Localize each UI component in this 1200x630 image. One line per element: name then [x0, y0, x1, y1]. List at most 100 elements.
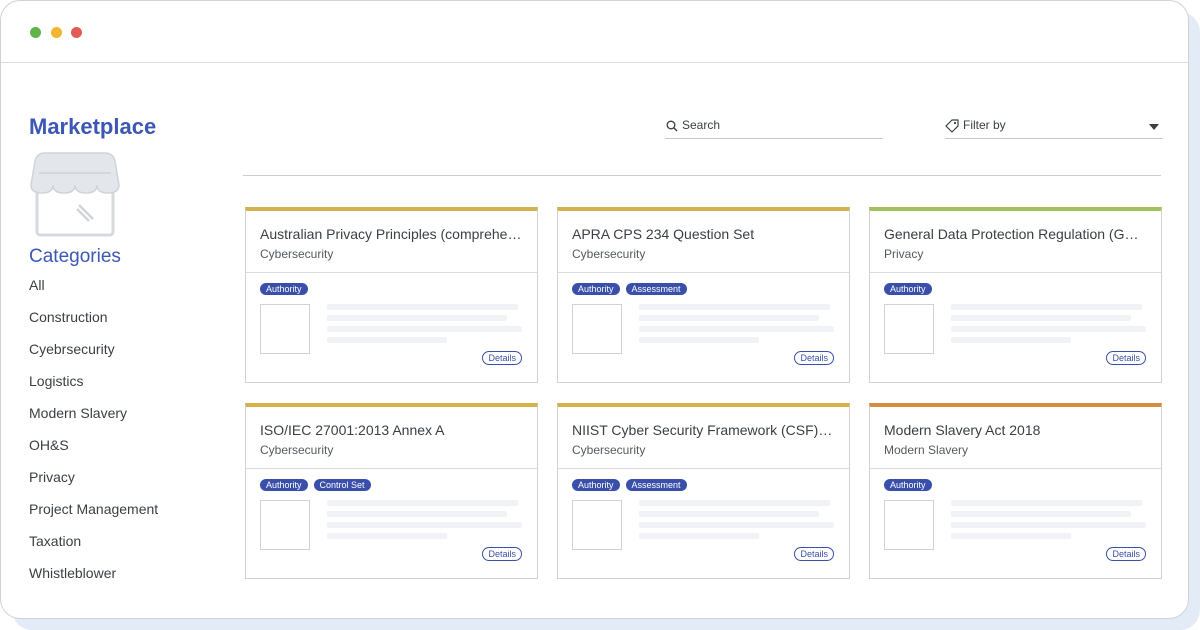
tag-icon	[945, 119, 959, 133]
tag-list: Authority Control Set	[260, 479, 371, 491]
category-item-cybersecurity[interactable]: Cyebrsecurity	[29, 340, 158, 372]
placeholder-line	[639, 326, 834, 332]
categories-heading: Categories	[29, 246, 121, 267]
placeholder-line	[951, 304, 1142, 310]
card-category: Privacy	[884, 247, 924, 261]
placeholder-line	[327, 326, 522, 332]
placeholder-line	[951, 511, 1131, 517]
details-button[interactable]: Details	[794, 351, 834, 365]
placeholder-line	[327, 500, 518, 506]
search-input[interactable]: Search	[665, 115, 883, 139]
tag-list: Authority Assessment	[572, 283, 687, 295]
placeholder-line	[951, 533, 1071, 539]
card-title: NIIST Cyber Security Framework (CSF) Qu.…	[572, 422, 834, 438]
placeholder-line	[327, 315, 507, 321]
marketplace-card[interactable]: ISO/IEC 27001:2013 Annex A Cybersecurity…	[245, 403, 538, 579]
card-category: Modern Slavery	[884, 443, 969, 457]
card-title: Australian Privacy Principles (comprehen…	[260, 226, 522, 242]
tag-badge: Assessment	[625, 479, 687, 491]
app-window: Marketplace Categories All Construction …	[0, 0, 1189, 619]
tag-badge: Authority	[572, 479, 620, 491]
details-button[interactable]: Details	[482, 351, 522, 365]
placeholder-line	[639, 533, 759, 539]
category-item-construction[interactable]: Construction	[29, 308, 158, 340]
card-divider	[870, 468, 1161, 469]
category-item-all[interactable]: All	[29, 276, 158, 308]
placeholder-line	[639, 315, 819, 321]
card-divider	[558, 272, 849, 273]
card-category: Cybersecurity	[572, 247, 646, 261]
tag-list: Authority	[884, 283, 932, 295]
details-button[interactable]: Details	[1106, 351, 1146, 365]
minimize-button[interactable]	[51, 27, 62, 38]
placeholder-line	[951, 315, 1131, 321]
close-button[interactable]	[71, 27, 82, 38]
card-category: Cybersecurity	[260, 247, 334, 261]
card-divider	[246, 468, 537, 469]
chevron-down-icon	[1149, 124, 1159, 130]
placeholder-line	[951, 326, 1146, 332]
placeholder-line	[639, 337, 759, 343]
category-item-logistics[interactable]: Logistics	[29, 372, 158, 404]
card-divider	[870, 272, 1161, 273]
category-list: All Construction Cyebrsecurity Logistics…	[29, 276, 158, 596]
category-item-modern-slavery[interactable]: Modern Slavery	[29, 404, 158, 436]
card-thumbnail	[884, 304, 934, 354]
card-title: APRA CPS 234 Question Set	[572, 226, 755, 242]
tag-badge: Authority	[884, 283, 932, 295]
placeholder-line	[639, 511, 819, 517]
sidebar: Marketplace Categories All Construction …	[29, 113, 229, 581]
card-thumbnail	[260, 500, 310, 550]
marketplace-card[interactable]: NIIST Cyber Security Framework (CSF) Qu.…	[557, 403, 850, 579]
tag-badge: Assessment	[625, 283, 687, 295]
category-item-taxation[interactable]: Taxation	[29, 532, 158, 564]
placeholder-line	[639, 304, 830, 310]
filter-dropdown[interactable]: Filter by	[945, 115, 1163, 139]
search-placeholder: Search	[682, 118, 721, 132]
page-title: Marketplace	[29, 114, 157, 139]
card-thumbnail	[572, 304, 622, 354]
details-button[interactable]: Details	[794, 547, 834, 561]
tag-badge: Authority	[260, 479, 308, 491]
tag-badge: Authority	[884, 479, 932, 491]
placeholder-line	[327, 511, 507, 517]
card-title: General Data Protection Regulation (GDPR…	[884, 226, 1146, 242]
card-divider	[246, 272, 537, 273]
marketplace-card[interactable]: APRA CPS 234 Question Set Cybersecurity …	[557, 207, 850, 383]
search-icon	[666, 120, 678, 132]
card-category: Cybersecurity	[572, 443, 646, 457]
card-thumbnail	[884, 500, 934, 550]
category-item-project-management[interactable]: Project Management	[29, 500, 158, 532]
category-item-privacy[interactable]: Privacy	[29, 468, 158, 500]
card-thumbnail	[260, 304, 310, 354]
marketplace-card[interactable]: Australian Privacy Principles (comprehen…	[245, 207, 538, 383]
card-thumbnail	[572, 500, 622, 550]
placeholder-line	[327, 304, 518, 310]
placeholder-line	[951, 337, 1071, 343]
placeholder-line	[327, 337, 447, 343]
storefront-icon	[30, 152, 120, 237]
maximize-button[interactable]	[30, 27, 41, 38]
marketplace-card[interactable]: Modern Slavery Act 2018 Modern Slavery A…	[869, 403, 1162, 579]
details-button[interactable]: Details	[482, 547, 522, 561]
card-divider	[558, 468, 849, 469]
card-title: Modern Slavery Act 2018	[884, 422, 1041, 438]
marketplace-card[interactable]: General Data Protection Regulation (GDPR…	[869, 207, 1162, 383]
tag-list: Authority	[884, 479, 932, 491]
filter-placeholder: Filter by	[963, 118, 1006, 132]
tag-badge: Authority	[260, 283, 308, 295]
details-button[interactable]: Details	[1106, 547, 1146, 561]
placeholder-line	[327, 522, 522, 528]
category-item-ohs[interactable]: OH&S	[29, 436, 158, 468]
card-title: ISO/IEC 27001:2013 Annex A	[260, 422, 445, 438]
tag-badge: Authority	[572, 283, 620, 295]
placeholder-line	[639, 522, 834, 528]
category-item-whistleblower[interactable]: Whistleblower	[29, 564, 158, 596]
placeholder-line	[327, 533, 447, 539]
placeholder-line	[639, 500, 830, 506]
tag-list: Authority	[260, 283, 308, 295]
title-bar	[1, 1, 1188, 63]
divider	[243, 175, 1161, 176]
tag-badge: Control Set	[313, 479, 371, 491]
tag-list: Authority Assessment	[572, 479, 687, 491]
